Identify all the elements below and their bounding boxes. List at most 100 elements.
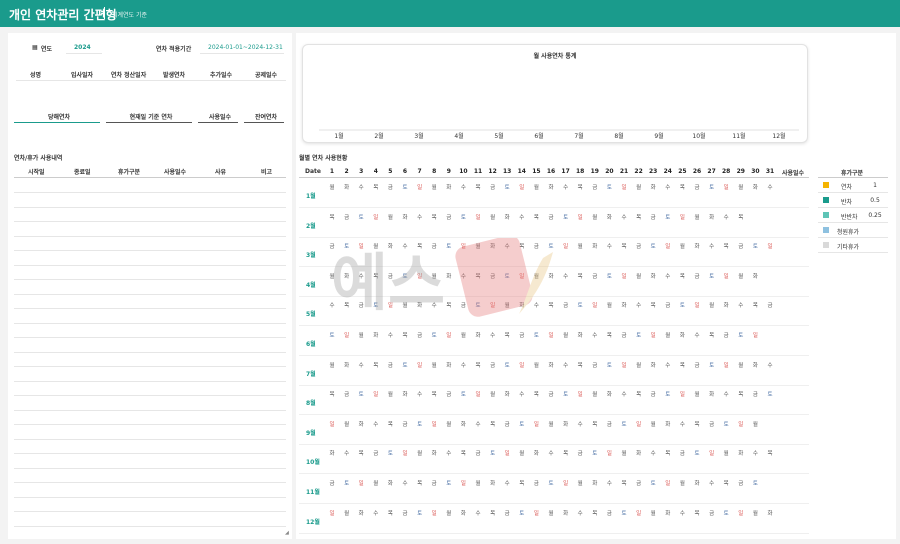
- calendar-day-cell[interactable]: 화: [618, 301, 630, 309]
- calendar-day-cell[interactable]: 수: [370, 509, 382, 517]
- calendar-day-cell[interactable]: 수: [633, 301, 645, 309]
- calendar-day-cell[interactable]: 일: [472, 213, 484, 221]
- calendar-day-cell[interactable]: 화: [516, 301, 528, 309]
- calendar-day-cell[interactable]: 월: [384, 390, 396, 398]
- calendar-day-cell[interactable]: 금: [633, 242, 645, 250]
- calendar-day-cell[interactable]: 일: [457, 242, 469, 250]
- calendar-day-cell[interactable]: 목: [676, 272, 688, 280]
- calendar-day-cell[interactable]: 월: [472, 242, 484, 250]
- calendar-day-cell[interactable]: 일: [735, 509, 747, 517]
- calendar-day-cell[interactable]: 수: [749, 449, 761, 457]
- calendar-day-cell[interactable]: 수: [472, 509, 484, 517]
- calendar-day-cell[interactable]: 일: [341, 331, 353, 339]
- calendar-day-cell[interactable]: 목: [618, 479, 630, 487]
- calendar-day-cell[interactable]: 일: [355, 242, 367, 250]
- calendar-day-cell[interactable]: 금: [428, 479, 440, 487]
- calendar-day-cell[interactable]: 화: [443, 183, 455, 191]
- calendar-day-cell[interactable]: 토: [603, 361, 615, 369]
- calendar-day-cell[interactable]: 금: [647, 390, 659, 398]
- calendar-day-cell[interactable]: 일: [443, 331, 455, 339]
- calendar-day-cell[interactable]: 토: [647, 479, 659, 487]
- calendar-day-cell[interactable]: 화: [720, 301, 732, 309]
- calendar-day-cell[interactable]: 토: [443, 242, 455, 250]
- calendar-day-cell[interactable]: 화: [647, 272, 659, 280]
- calendar-day-cell[interactable]: 토: [574, 301, 586, 309]
- usage-row[interactable]: [14, 453, 286, 454]
- calendar-day-cell[interactable]: 목: [443, 301, 455, 309]
- calendar-day-cell[interactable]: 금: [428, 242, 440, 250]
- calendar-day-cell[interactable]: 토: [355, 213, 367, 221]
- calendar-day-cell[interactable]: 월: [633, 272, 645, 280]
- calendar-day-cell[interactable]: 월: [749, 509, 761, 517]
- calendar-day-cell[interactable]: 토: [443, 479, 455, 487]
- calendar-day-cell[interactable]: 금: [516, 331, 528, 339]
- calendar-day-cell[interactable]: 토: [749, 242, 761, 250]
- calendar-day-cell[interactable]: 일: [414, 272, 426, 280]
- calendar-day-cell[interactable]: 금: [472, 449, 484, 457]
- calendar-day-cell[interactable]: 월: [530, 361, 542, 369]
- resize-handle-icon[interactable]: ◢: [285, 530, 289, 536]
- calendar-day-cell[interactable]: 목: [633, 213, 645, 221]
- calendar-day-cell[interactable]: 금: [603, 420, 615, 428]
- calendar-day-cell[interactable]: 화: [414, 301, 426, 309]
- calendar-day-cell[interactable]: 목: [370, 361, 382, 369]
- calendar-day-cell[interactable]: 월: [428, 183, 440, 191]
- usage-row[interactable]: [14, 525, 286, 527]
- calendar-day-cell[interactable]: 일: [414, 183, 426, 191]
- calendar-day-cell[interactable]: 월: [530, 272, 542, 280]
- calendar-day-cell[interactable]: 화: [647, 361, 659, 369]
- calendar-day-cell[interactable]: 일: [530, 509, 542, 517]
- calendar-day-cell[interactable]: 금: [691, 183, 703, 191]
- calendar-day-cell[interactable]: 목: [735, 390, 747, 398]
- calendar-day-cell[interactable]: 화: [574, 331, 586, 339]
- calendar-day-cell[interactable]: 토: [647, 242, 659, 250]
- calendar-day-cell[interactable]: 화: [560, 509, 572, 517]
- calendar-day-cell[interactable]: 일: [399, 449, 411, 457]
- calendar-day-cell[interactable]: 수: [487, 331, 499, 339]
- calendar-day-cell[interactable]: 수: [764, 361, 776, 369]
- calendar-day-cell[interactable]: 토: [341, 242, 353, 250]
- calendar-day-cell[interactable]: 목: [560, 449, 572, 457]
- calendar-day-cell[interactable]: 화: [355, 509, 367, 517]
- calendar-day-cell[interactable]: 화: [384, 479, 396, 487]
- calendar-day-cell[interactable]: 일: [749, 331, 761, 339]
- calendar-day-cell[interactable]: 금: [457, 301, 469, 309]
- calendar-day-cell[interactable]: 화: [545, 183, 557, 191]
- calendar-day-cell[interactable]: 목: [530, 390, 542, 398]
- calendar-day-cell[interactable]: 목: [676, 361, 688, 369]
- calendar-day-cell[interactable]: 일: [618, 272, 630, 280]
- calendar-day-cell[interactable]: 화: [706, 213, 718, 221]
- calendar-day-cell[interactable]: 금: [384, 361, 396, 369]
- calendar-day-cell[interactable]: 월: [487, 213, 499, 221]
- calendar-day-cell[interactable]: 토: [720, 509, 732, 517]
- calendar-day-cell[interactable]: 토: [662, 390, 674, 398]
- calendar-day-cell[interactable]: 월: [341, 509, 353, 517]
- calendar-day-cell[interactable]: 금: [384, 183, 396, 191]
- calendar-day-cell[interactable]: 목: [720, 479, 732, 487]
- calendar-day-cell[interactable]: 수: [414, 213, 426, 221]
- calendar-day-cell[interactable]: 월: [530, 183, 542, 191]
- calendar-day-cell[interactable]: 월: [589, 390, 601, 398]
- calendar-day-cell[interactable]: 수: [457, 183, 469, 191]
- calendar-day-cell[interactable]: 토: [633, 331, 645, 339]
- usage-row[interactable]: [14, 438, 286, 440]
- calendar-day-cell[interactable]: 목: [647, 301, 659, 309]
- calendar-day-cell[interactable]: 월: [443, 420, 455, 428]
- calendar-day-cell[interactable]: 일: [457, 479, 469, 487]
- calendar-day-cell[interactable]: 수: [720, 390, 732, 398]
- calendar-day-cell[interactable]: 일: [560, 242, 572, 250]
- calendar-day-cell[interactable]: 월: [574, 479, 586, 487]
- usage-row[interactable]: [14, 264, 286, 266]
- calendar-day-cell[interactable]: 금: [384, 272, 396, 280]
- calendar-day-cell[interactable]: 일: [530, 420, 542, 428]
- calendar-day-cell[interactable]: 금: [676, 449, 688, 457]
- calendar-day-cell[interactable]: 금: [487, 361, 499, 369]
- calendar-day-cell[interactable]: 금: [341, 213, 353, 221]
- calendar-day-cell[interactable]: 목: [589, 420, 601, 428]
- calendar-day-cell[interactable]: 금: [720, 331, 732, 339]
- calendar-day-cell[interactable]: 목: [414, 242, 426, 250]
- calendar-day-cell[interactable]: 화: [560, 420, 572, 428]
- calendar-day-cell[interactable]: 일: [647, 331, 659, 339]
- calendar-day-cell[interactable]: 월: [341, 420, 353, 428]
- calendar-day-cell[interactable]: 토: [399, 361, 411, 369]
